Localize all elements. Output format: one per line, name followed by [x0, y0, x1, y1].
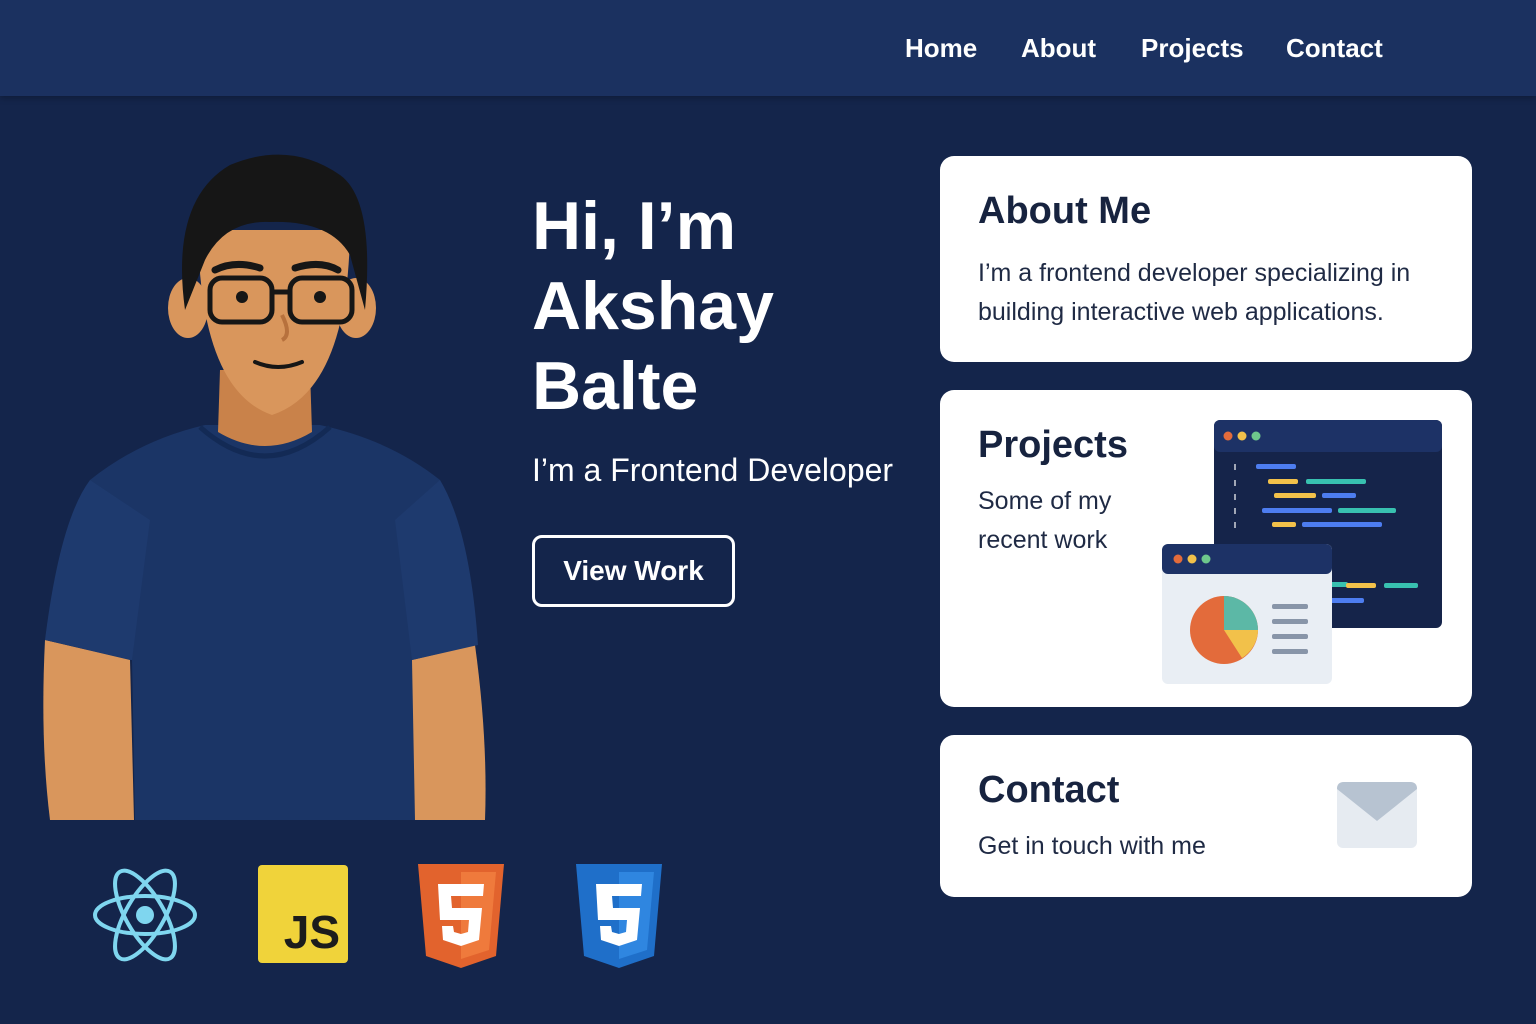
projects-card[interactable]: Projects Some of my recent work — [940, 390, 1472, 707]
nav-link-projects[interactable]: Projects — [1141, 33, 1244, 64]
projects-card-text: Some of my recent work — [978, 482, 1111, 560]
projects-card-text-line: recent work — [978, 526, 1108, 554]
envelope-icon — [1337, 782, 1417, 848]
projects-card-title: Projects — [978, 424, 1128, 466]
html5-icon — [418, 864, 504, 968]
top-nav-bar: Home About Projects Contact — [0, 0, 1536, 96]
javascript-icon-label: JS — [283, 906, 340, 958]
react-icon — [93, 868, 197, 962]
about-card-title: About Me — [978, 190, 1152, 232]
nav-link-home[interactable]: Home — [905, 33, 977, 64]
hero-subtitle: I’m a Frontend Developer — [532, 452, 894, 488]
nav-link-contact[interactable]: Contact — [1286, 33, 1383, 64]
contact-card[interactable]: Contact Get in touch with me — [940, 735, 1472, 897]
hero-title: Hi, I’m Akshay Balte — [532, 186, 912, 426]
view-work-button[interactable]: View Work — [532, 535, 735, 607]
contact-card-text: Get in touch with me — [978, 832, 1206, 860]
css3-icon — [576, 864, 662, 968]
hero-title-line: Hi, I’m — [532, 188, 737, 264]
nav-link-about[interactable]: About — [1021, 33, 1096, 64]
contact-card-title: Contact — [978, 769, 1120, 811]
javascript-icon: JS — [258, 865, 348, 963]
about-card-text-line: building interactive web applications. — [978, 298, 1384, 326]
about-me-card[interactable]: About Me I’m a frontend developer specia… — [940, 156, 1472, 362]
about-card-text-line: I’m a frontend developer specializing in — [978, 259, 1411, 287]
about-card-text: I’m a frontend developer specializing in… — [978, 254, 1410, 332]
projects-illustration — [1162, 420, 1442, 684]
projects-card-text-line: Some of my — [978, 487, 1112, 515]
hero-title-line: Balte — [532, 348, 699, 424]
hero-title-line: Akshay — [532, 268, 774, 344]
developer-avatar-illustration — [43, 154, 486, 820]
